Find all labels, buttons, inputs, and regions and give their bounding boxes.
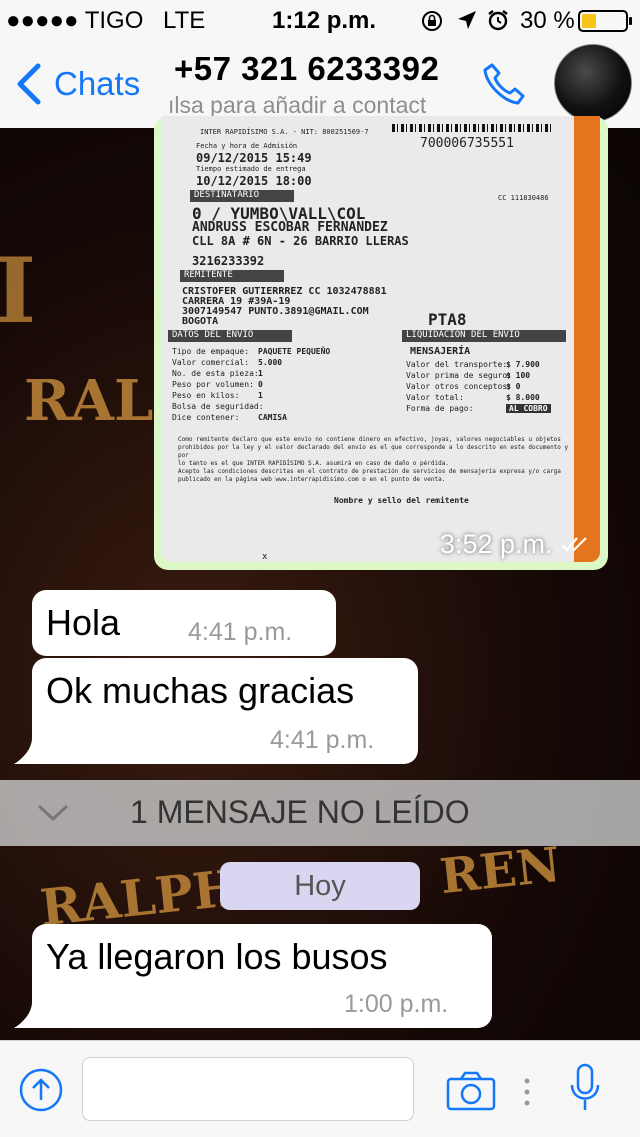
receipt-barcode-number: 700006735551 xyxy=(420,136,514,151)
battery-icon xyxy=(578,10,632,32)
receipt-shipping-header: DATOS DEL ENVIO xyxy=(168,330,292,342)
message-text: Hola xyxy=(46,602,121,643)
wallpaper-text-right: REN xyxy=(437,836,563,906)
receipt-billing-header: LIQUIDACIÓN DEL ENVIO xyxy=(402,330,566,342)
unread-label: 1 MENSAJE NO LEÍDO xyxy=(130,794,470,830)
message-text: Ok muchas gracias xyxy=(46,670,355,711)
receipt-recipient-header: DESTINATARIO xyxy=(190,190,294,202)
receipt-admission-date: 09/12/2015 15:49 xyxy=(196,151,312,165)
receipt-sender-header: REMITENTE xyxy=(180,270,284,282)
receipt-row: Valor comercial: 5.000 xyxy=(172,358,283,367)
receipt-mark: x xyxy=(262,552,268,562)
receipt-signature-label: Nombre y sello del remitente xyxy=(334,496,469,505)
carrier: ●●●●● TIGO xyxy=(6,7,144,34)
back-label: Chats xyxy=(54,65,141,102)
day-badge: Hoy xyxy=(220,862,420,910)
receipt-row: Peso por volumen: 0 xyxy=(172,380,263,389)
receipt-row: Bolsa de seguridad: xyxy=(172,402,264,411)
incoming-message[interactable]: Ya llegaron los busos 1:00 p.m. xyxy=(32,924,492,1028)
incoming-message[interactable]: Hola 4:41 p.m. xyxy=(32,590,336,656)
receipt-photo[interactable]: INTER RAPIDÍSIMO S.A. - NIT: 800251569-7… xyxy=(162,116,600,562)
back-chevron-icon xyxy=(17,63,41,105)
receipt-billing-rows: Valor del transporte:$ 7.900 Valor prima… xyxy=(406,359,551,414)
receipt-row: Valor total: $ 8.000 xyxy=(406,393,540,402)
battery-percent: 30 % xyxy=(520,7,575,34)
receipt-row: Dice contener: CAMISA xyxy=(172,413,287,422)
receipt-delivery-label: Tiempo estimado de entrega xyxy=(196,165,306,173)
alarm-icon xyxy=(488,10,508,31)
receipt-recipient-address: CLL 8A # 6N - 26 BARRIO LLERAS xyxy=(192,234,409,248)
chevron-down-icon xyxy=(37,804,69,822)
incoming-message[interactable]: Ok muchas gracias 4:41 p.m. xyxy=(32,658,418,764)
message-time: 1:00 p.m. xyxy=(344,990,449,1018)
receipt-recipient-name: ANDRUSS ESCOBAR FERNANDEZ xyxy=(192,220,388,235)
receipt-orange-edge xyxy=(574,116,600,562)
network-type: LTE xyxy=(163,7,206,34)
receipt-pta: PTA8 xyxy=(428,310,467,329)
receipt-row: No. de esta pieza:1 xyxy=(172,369,263,378)
wallpaper-text-left: RAL xyxy=(24,368,154,434)
lock-rotation-icon xyxy=(422,11,442,31)
microphone-icon[interactable] xyxy=(568,1063,602,1113)
image-message[interactable]: INTER RAPIDÍSIMO S.A. - NIT: 800251569-7… xyxy=(154,116,608,570)
receipt-service: MENSAJERÍA xyxy=(410,346,471,357)
double-check-icon xyxy=(561,537,587,552)
receipt-delivery-date: 10/12/2015 18:00 xyxy=(196,174,312,188)
back-button[interactable]: Chats xyxy=(14,60,140,108)
receipt-row: Forma de pago: AL COBRO xyxy=(406,403,551,414)
receipt-admission-label: Fecha y hora de Admisión xyxy=(196,142,298,150)
camera-icon[interactable] xyxy=(446,1071,496,1111)
upload-icon[interactable] xyxy=(18,1067,64,1113)
receipt-cc: CC 111830486 xyxy=(498,194,549,202)
receipt-row: Valor otros conceptos:$ 0 xyxy=(406,382,521,391)
receipt-row: Tipo de empaque: PAQUETE PEQUEÑO xyxy=(172,347,331,356)
contact-avatar[interactable] xyxy=(554,44,632,122)
receipt-row: Peso en kilos: 1 xyxy=(172,391,263,400)
receipt-barcode xyxy=(392,124,552,132)
receipt-row: Valor del transporte:$ 7.900 xyxy=(406,360,540,369)
image-timestamp: 3:52 p.m. xyxy=(440,529,590,560)
message-time: 4:41 p.m. xyxy=(188,618,293,646)
message-text: Ya llegaron los busos xyxy=(46,936,388,977)
receipt-disclaimer: Como remitente declaro que este envío no… xyxy=(178,436,569,483)
day-label: Hoy xyxy=(294,870,346,902)
status-bar: ●●●●● TIGO LTE 1:12 p.m. 30 % xyxy=(0,0,640,40)
message-time: 4:41 p.m. xyxy=(270,726,375,754)
message-input[interactable] xyxy=(82,1057,414,1121)
receipt-row: Valor prima de seguro:$ 100 xyxy=(406,371,531,380)
phone-icon[interactable] xyxy=(480,60,528,108)
unread-banner: 1 MENSAJE NO LEÍDO xyxy=(0,780,640,846)
clock: 1:12 p.m. xyxy=(272,7,377,34)
contact-title[interactable]: +57 321 6233392 xyxy=(174,50,439,88)
message-input-bar xyxy=(0,1040,640,1137)
contact-subtitle[interactable]: ılsa para añadir a contact xyxy=(168,92,468,119)
location-arrow-icon xyxy=(458,11,476,29)
receipt-sender-city: BOGOTA xyxy=(182,316,219,327)
receipt-shipping-rows: Tipo de empaque: PAQUETE PEQUEÑO Valor co… xyxy=(172,346,330,423)
bubble-tail xyxy=(14,738,36,764)
more-dots-icon[interactable] xyxy=(522,1077,532,1107)
receipt-recipient-phone: 3216233392 xyxy=(192,254,265,268)
receipt-company: INTER RAPIDÍSIMO S.A. - NIT: 800251569-7 xyxy=(200,128,369,136)
bubble-tail xyxy=(14,1002,36,1028)
